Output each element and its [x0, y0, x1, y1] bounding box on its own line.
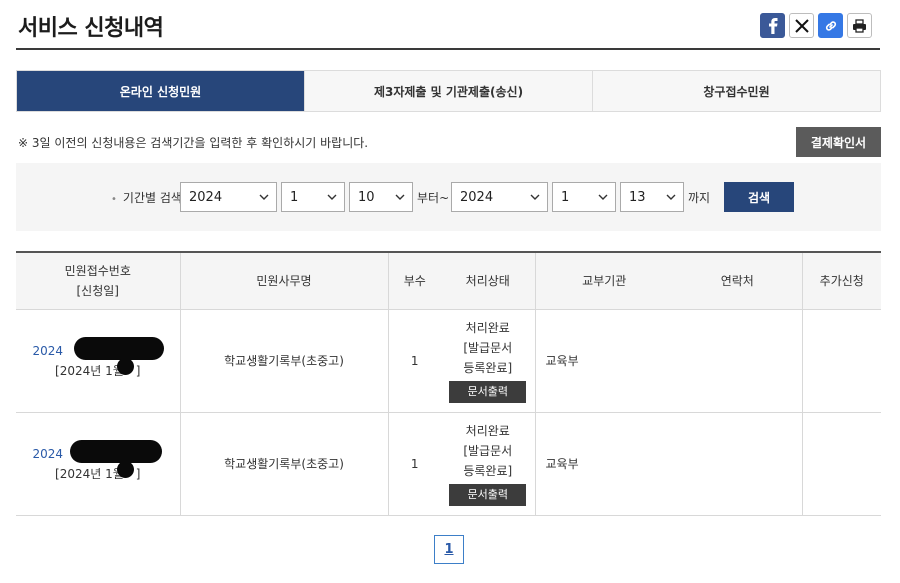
receipt-number-link[interactable]: 2024: [32, 344, 63, 358]
receipt-cell: 2024 [2024년 1월]: [16, 309, 180, 413]
to-month-value: 1: [561, 189, 570, 205]
share-bar: [760, 13, 872, 38]
extra-request-cell: [801, 309, 881, 413]
chevron-down-icon: [530, 194, 540, 200]
to-year-value: 2024: [460, 189, 494, 205]
print-icon[interactable]: [847, 13, 872, 38]
tab-online-applications[interactable]: 온라인 신청민원: [17, 71, 305, 111]
from-month-select[interactable]: 1: [281, 182, 345, 212]
status-cell: 처리완료 [발급문서 등록완료] 문서출력: [441, 412, 535, 516]
redaction-mark: [74, 337, 164, 360]
to-year-select[interactable]: 2024: [451, 182, 548, 212]
application-date-end: ]: [135, 363, 141, 378]
agency-cell: 교육부: [534, 412, 673, 516]
contact-cell: [673, 309, 802, 413]
header-receipt-line2: [신청일]: [76, 283, 119, 298]
x-icon[interactable]: [789, 13, 814, 38]
application-date: [2024년 1월: [55, 363, 124, 378]
application-date: [2024년 1월: [55, 466, 124, 481]
table-row: 2024 [2024년 1월] 학교생활기록부(초중고) 1 처리완료 [발급문…: [16, 309, 881, 413]
receipt-number-link[interactable]: 2024: [32, 447, 63, 461]
chevron-down-icon: [327, 194, 337, 200]
from-day-value: 10: [358, 189, 375, 205]
chevron-down-icon: [666, 194, 676, 200]
status-text: 처리완료: [465, 321, 510, 335]
application-date-end: ]: [135, 466, 141, 481]
from-suffix: 부터~: [417, 191, 450, 205]
page-title: 서비스 신청내역: [18, 16, 164, 41]
chevron-down-icon: [259, 194, 269, 200]
header-item-name: 민원사무명: [179, 251, 388, 310]
from-year-value: 2024: [189, 189, 223, 205]
redaction-mark: [117, 461, 134, 478]
table-header-row: 민원접수번호 [신청일] 민원사무명 부수 처리상태 교부기관 연락처 추가신청: [16, 251, 881, 310]
payment-confirmation-button[interactable]: 결제확인서: [796, 127, 881, 157]
redaction-mark: [117, 358, 134, 375]
header-status: 처리상태: [441, 251, 535, 310]
application-table: 민원접수번호 [신청일] 민원사무명 부수 처리상태 교부기관 연락처 추가신청…: [16, 251, 881, 516]
status-cell: 처리완료 [발급문서 등록완료] 문서출력: [441, 309, 535, 413]
header-count: 부수: [387, 251, 441, 310]
notice-text: ※ 3일 이전의 신청내용은 검색기간을 입력한 후 확인하시기 바랍니다.: [18, 136, 369, 150]
table-row: 2024 [2024년 1월] 학교생활기록부(초중고) 1 처리완료 [발급문…: [16, 412, 881, 516]
receipt-cell: 2024 [2024년 1월]: [16, 412, 180, 516]
from-year-select[interactable]: 2024: [180, 182, 277, 212]
header-contact: 연락처: [673, 251, 802, 310]
search-label: 기간별 검색: [111, 189, 182, 206]
title-divider: [16, 48, 880, 50]
pagination-page-1[interactable]: 1: [434, 535, 464, 564]
search-button[interactable]: 검색: [724, 182, 794, 212]
link-icon[interactable]: [818, 13, 843, 38]
status-detail-2: 등록완료]: [463, 361, 513, 375]
status-detail-1: [발급문서: [463, 341, 513, 355]
to-suffix: 까지: [688, 191, 711, 205]
count-cell: 1: [387, 412, 441, 516]
facebook-icon[interactable]: [760, 13, 785, 38]
header-agency: 교부기관: [534, 251, 673, 310]
from-month-value: 1: [290, 189, 299, 205]
count-cell: 1: [387, 309, 441, 413]
agency-cell: 교육부: [534, 309, 673, 413]
tab-counter-applications[interactable]: 창구접수민원: [593, 71, 880, 111]
to-day-select[interactable]: 13: [620, 182, 684, 212]
header-receipt-number: 민원접수번호 [신청일]: [16, 251, 180, 310]
to-day-value: 13: [629, 189, 646, 205]
status-text: 처리완료: [465, 424, 510, 438]
header-extra-request: 추가신청: [801, 251, 881, 310]
extra-request-cell: [801, 412, 881, 516]
header-receipt-line1: 민원접수번호: [64, 263, 131, 278]
redaction-mark: [70, 440, 162, 463]
item-name-cell: 학교생활기록부(초중고): [179, 309, 388, 413]
tab-third-party-submission[interactable]: 제3자제출 및 기관제출(송신): [305, 71, 593, 111]
status-detail-2: 등록완료]: [463, 464, 513, 478]
print-document-button[interactable]: 문서출력: [449, 381, 527, 403]
tab-bar: 온라인 신청민원 제3자제출 및 기관제출(송신) 창구접수민원: [16, 70, 881, 112]
item-name-cell: 학교생활기록부(초중고): [179, 412, 388, 516]
chevron-down-icon: [598, 194, 608, 200]
print-document-button[interactable]: 문서출력: [449, 484, 527, 506]
contact-cell: [673, 412, 802, 516]
search-panel: 기간별 검색 2024 1 10 부터~ 2024 1 13 까지 검색: [16, 163, 881, 231]
chevron-down-icon: [395, 194, 405, 200]
to-month-select[interactable]: 1: [552, 182, 616, 212]
from-day-select[interactable]: 10: [349, 182, 413, 212]
status-detail-1: [발급문서: [463, 444, 513, 458]
